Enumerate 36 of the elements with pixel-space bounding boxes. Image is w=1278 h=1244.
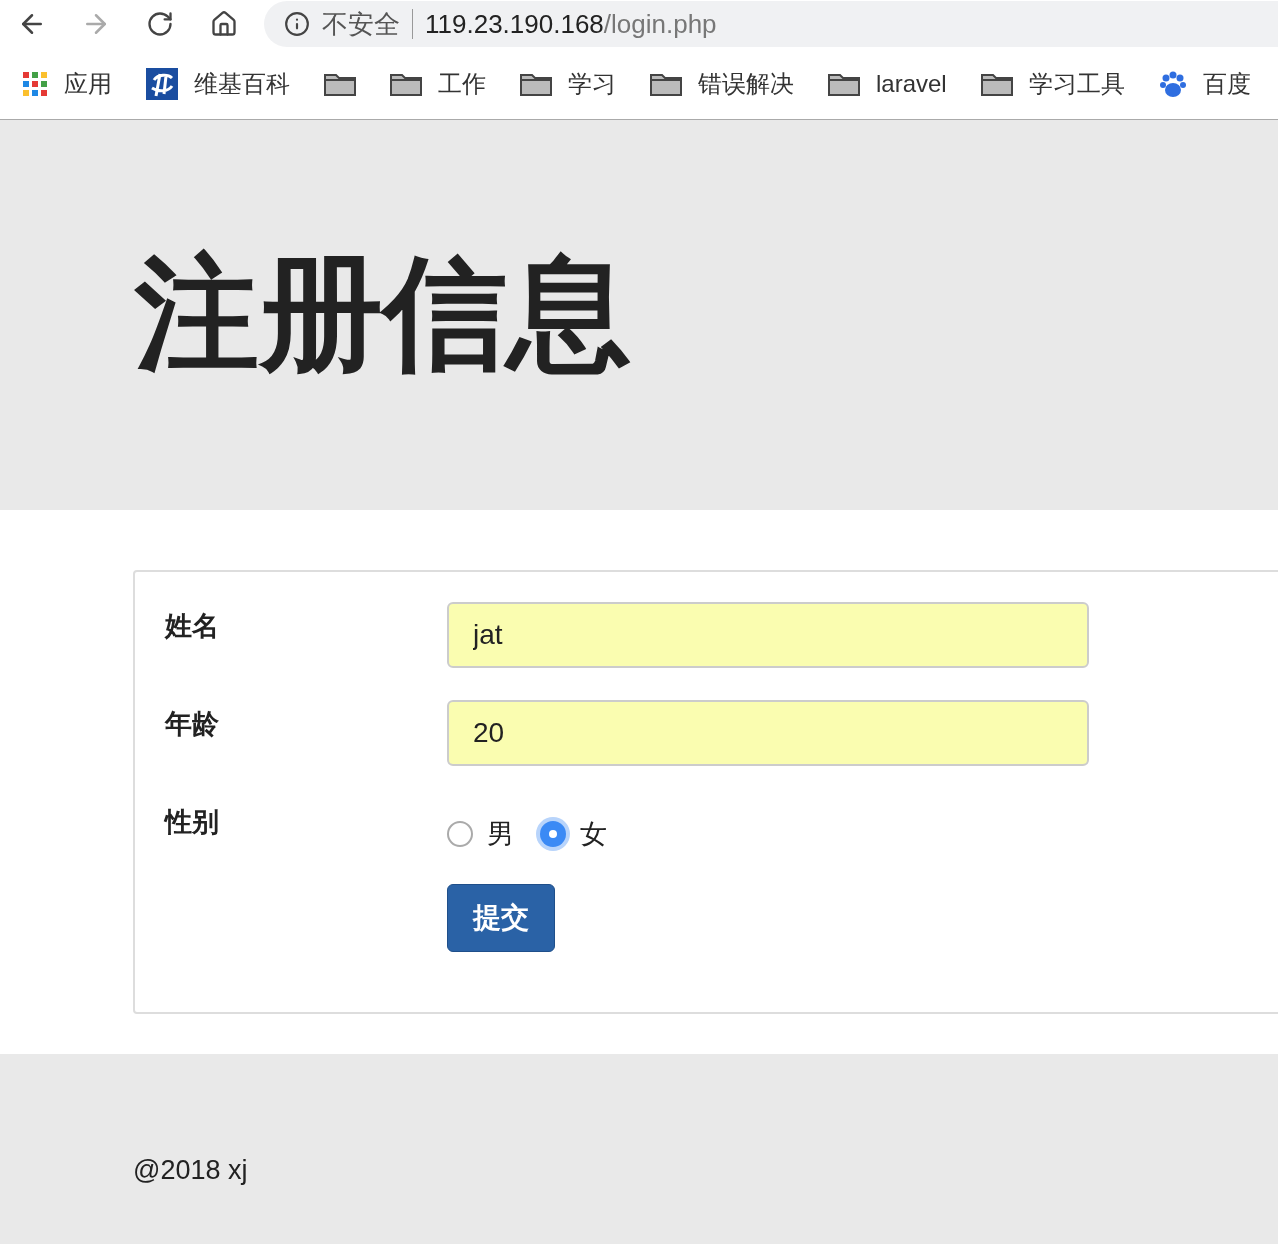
copyright-text: @2018 xj	[133, 1154, 248, 1186]
bookmark[interactable]: 维基百科	[146, 67, 290, 100]
text-field[interactable]: 20	[447, 700, 1089, 766]
folder-icon	[980, 71, 1013, 96]
bookmark[interactable]: 学习	[520, 67, 616, 100]
paw-icon	[1158, 69, 1187, 98]
info-icon	[284, 11, 310, 37]
radio-label: 男	[487, 818, 514, 851]
field-label: 姓名	[165, 610, 220, 643]
field-label: 年龄	[165, 708, 220, 741]
bookmark[interactable]: 错误解决	[650, 67, 794, 100]
radio-button[interactable]	[540, 821, 566, 847]
bookmark[interactable]: 学习工具	[980, 67, 1125, 100]
home-icon	[210, 10, 238, 38]
folder-icon	[828, 71, 860, 96]
text-field[interactable]: jat	[447, 602, 1089, 668]
submit-button[interactable]: 提交	[447, 884, 555, 952]
page-title: 注册信息	[135, 242, 631, 384]
radio-button[interactable]	[447, 821, 473, 847]
url-text: 119.23.190.168/login.php	[425, 8, 717, 40]
field-label: 性别	[165, 806, 220, 839]
apps-grid-icon	[22, 70, 48, 97]
bookmark[interactable]: laravel	[828, 69, 947, 98]
radio-label: 女	[580, 818, 607, 851]
bookmark[interactable]	[324, 71, 356, 96]
globe-logo-icon	[146, 67, 178, 100]
bookmark[interactable]: 应用	[22, 67, 112, 100]
folder-icon	[324, 71, 356, 96]
folder-icon	[650, 71, 682, 96]
folder-icon	[520, 71, 552, 96]
address-bar[interactable]: 不安全 119.23.190.168/login.php	[264, 1, 1278, 47]
folder-icon	[390, 71, 422, 96]
security-label: 不安全	[322, 7, 400, 41]
bookmark[interactable]: 百度	[1158, 67, 1251, 100]
bookmark[interactable]: 工作	[390, 67, 486, 100]
reload-icon	[146, 10, 174, 38]
